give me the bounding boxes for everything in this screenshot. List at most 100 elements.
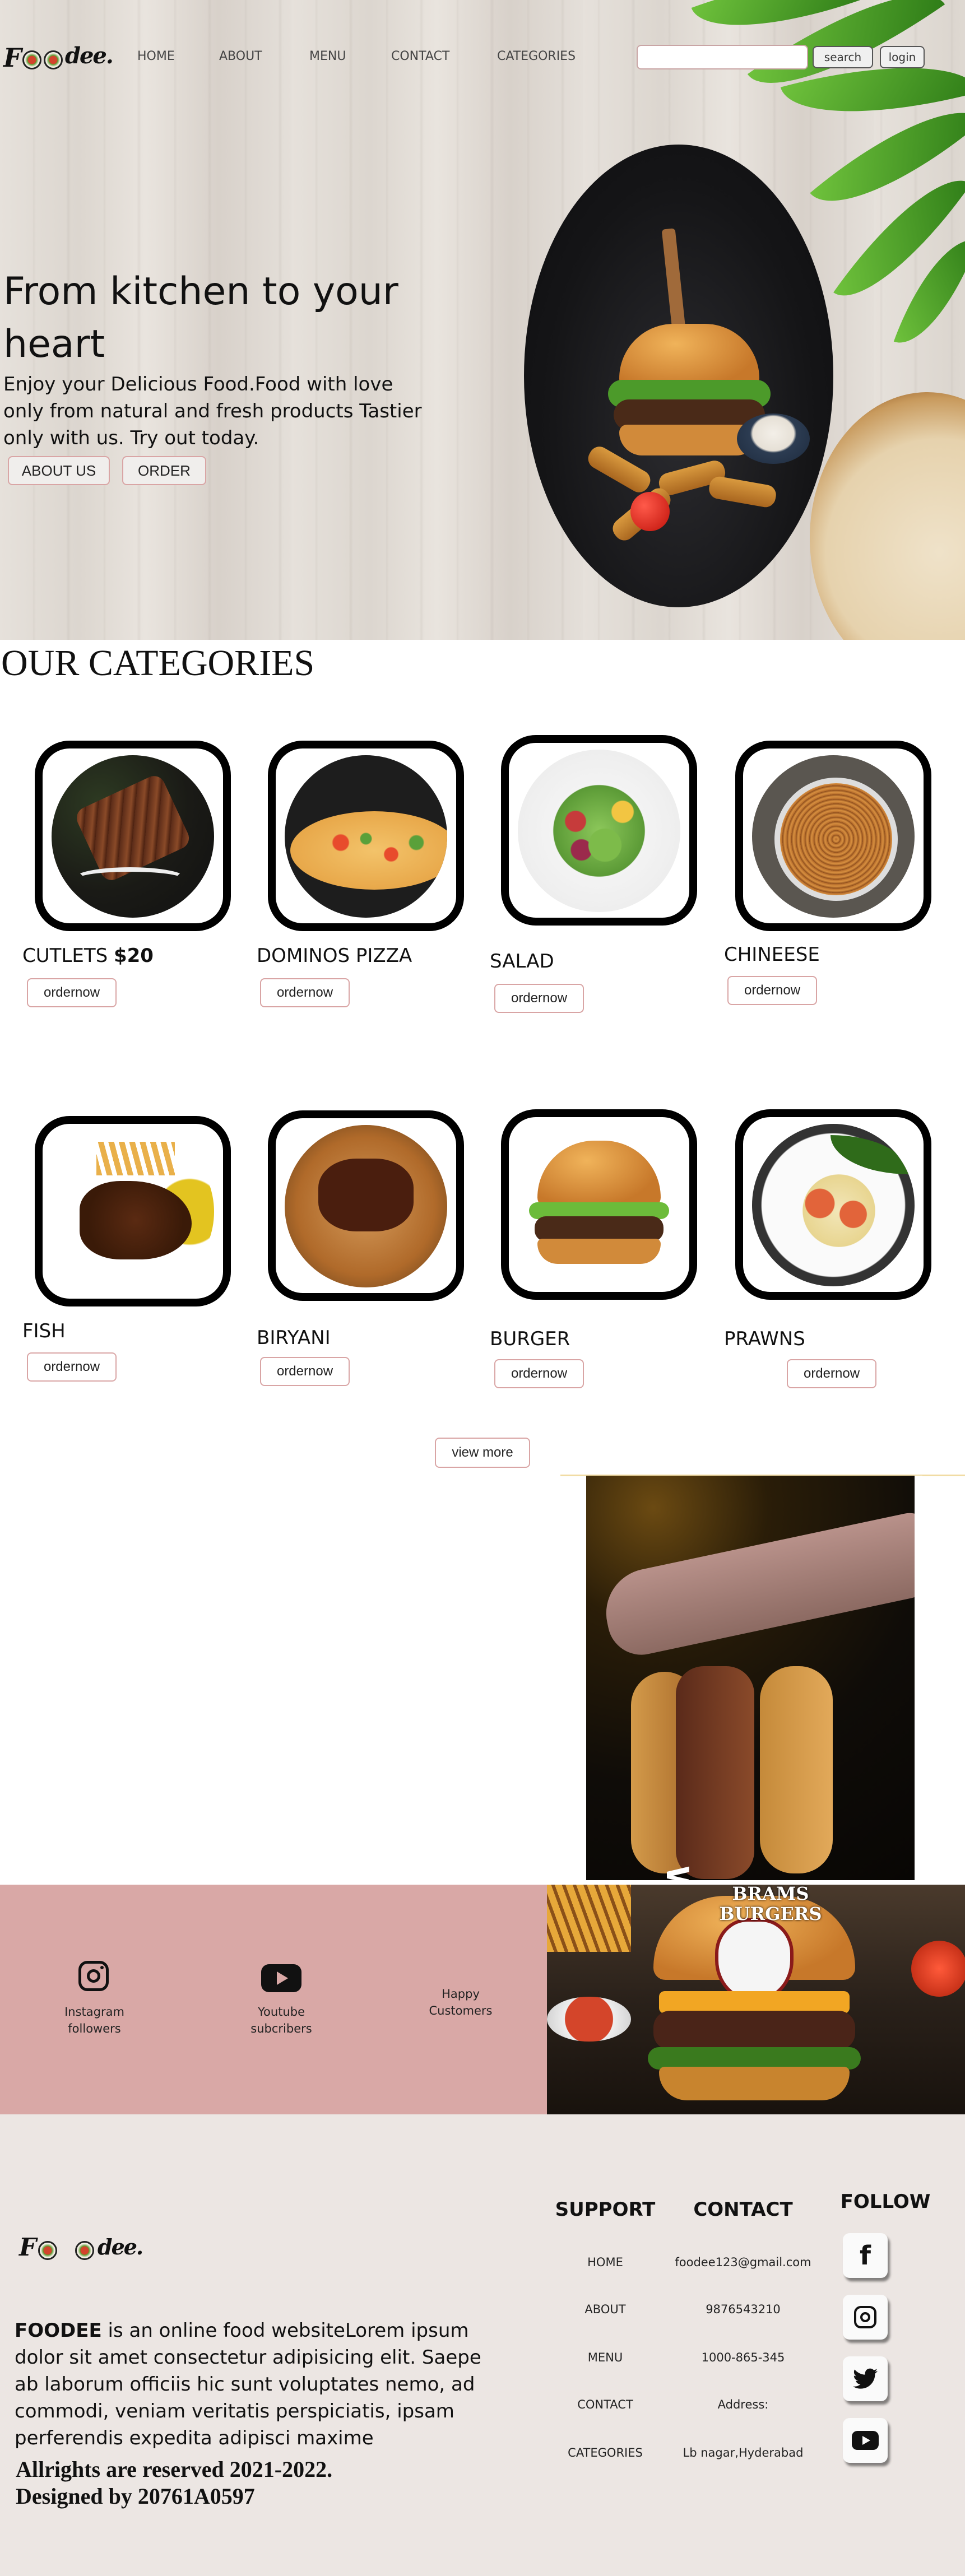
category-name: SALAD [490, 950, 554, 973]
copyright-text: Allrights are reserved 2021-2022. [16, 2457, 333, 2482]
patty-shape [653, 2011, 855, 2050]
youtube-button[interactable] [843, 2418, 888, 2463]
ordernow-button[interactable]: ordernow [727, 976, 817, 1005]
youtube-subscribers-label: Youtube subcribers [250, 2005, 312, 2035]
instagram-button[interactable] [843, 2295, 888, 2340]
beard-logo-shape [715, 1918, 794, 2002]
happy-customers-label: Happy Customers [429, 1987, 493, 2017]
footer-link-contact[interactable]: CONTACT [560, 2398, 650, 2411]
tomato-shape [911, 1941, 965, 1997]
plate-icon [44, 50, 63, 69]
ordernow-button[interactable]: ordernow [494, 1359, 584, 1388]
burger-shape [760, 1666, 833, 1873]
fry-shape [707, 475, 778, 509]
twitter-button[interactable] [843, 2356, 888, 2401]
hero-burger-image [524, 145, 833, 607]
facebook-icon: f [859, 2240, 871, 2271]
follow-heading: FOLLOW [840, 2191, 931, 2213]
biryani-image [285, 1125, 447, 1287]
patty-shape [535, 1216, 664, 1241]
login-button[interactable]: login [880, 46, 925, 68]
meat-shape [318, 1159, 414, 1231]
burger-brand-text: BRAMS BURGERS [719, 1883, 822, 1924]
main-nav: HOME ABOUT MENU CONTACT CATEGORIES [137, 49, 592, 63]
category-card-pizza[interactable] [268, 741, 464, 931]
category-name: FISH [22, 1320, 66, 1342]
category-name: BURGER [490, 1328, 570, 1350]
plate-icon [38, 2241, 57, 2260]
category-card-salad[interactable] [501, 735, 697, 926]
footer-link-home[interactable]: HOME [560, 2256, 650, 2269]
youtube-icon [852, 2431, 879, 2450]
category-card-fish[interactable] [35, 1116, 231, 1306]
view-more-button[interactable]: view more [435, 1438, 530, 1468]
promo-video[interactable] [586, 1476, 922, 1880]
brand-logo[interactable]: F dee. [3, 43, 115, 82]
tomato-shape [630, 492, 670, 531]
pizza-shape [290, 811, 447, 890]
ordernow-button[interactable]: ordernow [27, 978, 117, 1007]
category-price: $20 [113, 945, 154, 967]
hero-title: From kitchen to your heart [3, 269, 398, 366]
leaf-shape [831, 1135, 909, 1174]
hand-shape [597, 1509, 922, 1661]
bun-shape [537, 1141, 661, 1208]
designer-text: Designed by 20761A0597 [16, 2484, 255, 2509]
hero-section: F dee. HOME ABOUT MENU CONTACT CATEGORIE… [0, 0, 965, 640]
contact-phone-alt: 1000-865-345 [701, 2351, 785, 2364]
category-card-cutlets[interactable] [35, 741, 231, 931]
nav-contact[interactable]: CONTACT [391, 49, 497, 63]
about-us-button[interactable]: ABOUT US [8, 456, 110, 485]
burger-shape [676, 1666, 754, 1879]
prawns-image [752, 1124, 915, 1286]
nav-menu[interactable]: MENU [309, 49, 391, 63]
pizza-image [285, 755, 447, 918]
support-heading: SUPPORT [555, 2198, 656, 2221]
footer-link-about[interactable]: ABOUT [560, 2303, 650, 2316]
bun-shape [659, 2067, 850, 2100]
fries-shape [96, 1142, 175, 1175]
category-name: BIRYANI [257, 1327, 331, 1349]
burger-image [518, 1124, 680, 1286]
contact-heading: CONTACT [693, 2198, 793, 2221]
search-button[interactable]: search [813, 46, 873, 68]
category-card-chineese[interactable] [735, 741, 931, 931]
footer-link-menu[interactable]: MENU [560, 2351, 650, 2364]
category-card-prawns[interactable] [735, 1109, 931, 1300]
ordernow-button[interactable]: ordernow [260, 978, 350, 1007]
ordernow-button[interactable]: ordernow [27, 1352, 117, 1382]
nav-about[interactable]: ABOUT [219, 49, 309, 63]
nav-categories[interactable]: CATEGORIES [497, 49, 592, 63]
bowl-shape [547, 1997, 631, 2042]
categories-title: OUR CATEGORIES [1, 643, 315, 683]
cheese-shape [659, 1991, 850, 2014]
lettuce-shape [648, 2047, 861, 2070]
youtube-icon[interactable] [261, 1964, 301, 1992]
fish-steak-shape [80, 1181, 192, 1259]
stats-section: Instagram followers Youtube subcribers H… [0, 1885, 547, 2114]
footer-link-categories[interactable]: CATEGORIES [560, 2446, 650, 2459]
category-name: CHINEESE [724, 943, 820, 966]
footer-brand-bold: FOODEE [15, 2319, 102, 2342]
category-card-burger[interactable] [501, 1109, 697, 1300]
facebook-button[interactable]: f [843, 2233, 888, 2278]
category-name: CUTLETS $20 [22, 945, 154, 967]
footer-about-text: FOODEE is an online food websiteLorem ip… [15, 2319, 481, 2449]
video-frame-edge [915, 1476, 922, 1880]
salad-shape [540, 783, 658, 878]
instagram-icon[interactable] [78, 1961, 109, 1991]
hero-text: Enjoy your Delicious Food.Food with love… [3, 373, 422, 449]
nav-home[interactable]: HOME [137, 49, 219, 63]
search-input[interactable] [637, 45, 808, 69]
bun-shape [537, 1239, 661, 1264]
category-card-biryani[interactable] [268, 1110, 464, 1301]
ordernow-button[interactable]: ordernow [787, 1359, 876, 1388]
bread-decoration [810, 392, 965, 640]
footer-logo[interactable]: F dee. [19, 2233, 154, 2267]
order-button[interactable]: ORDER [122, 456, 206, 485]
ordernow-button[interactable]: ordernow [260, 1357, 350, 1386]
contact-phone: 9876543210 [706, 2303, 781, 2316]
ordernow-button[interactable]: ordernow [494, 984, 584, 1013]
fish-image [52, 1131, 214, 1293]
plate-icon [75, 2241, 94, 2260]
